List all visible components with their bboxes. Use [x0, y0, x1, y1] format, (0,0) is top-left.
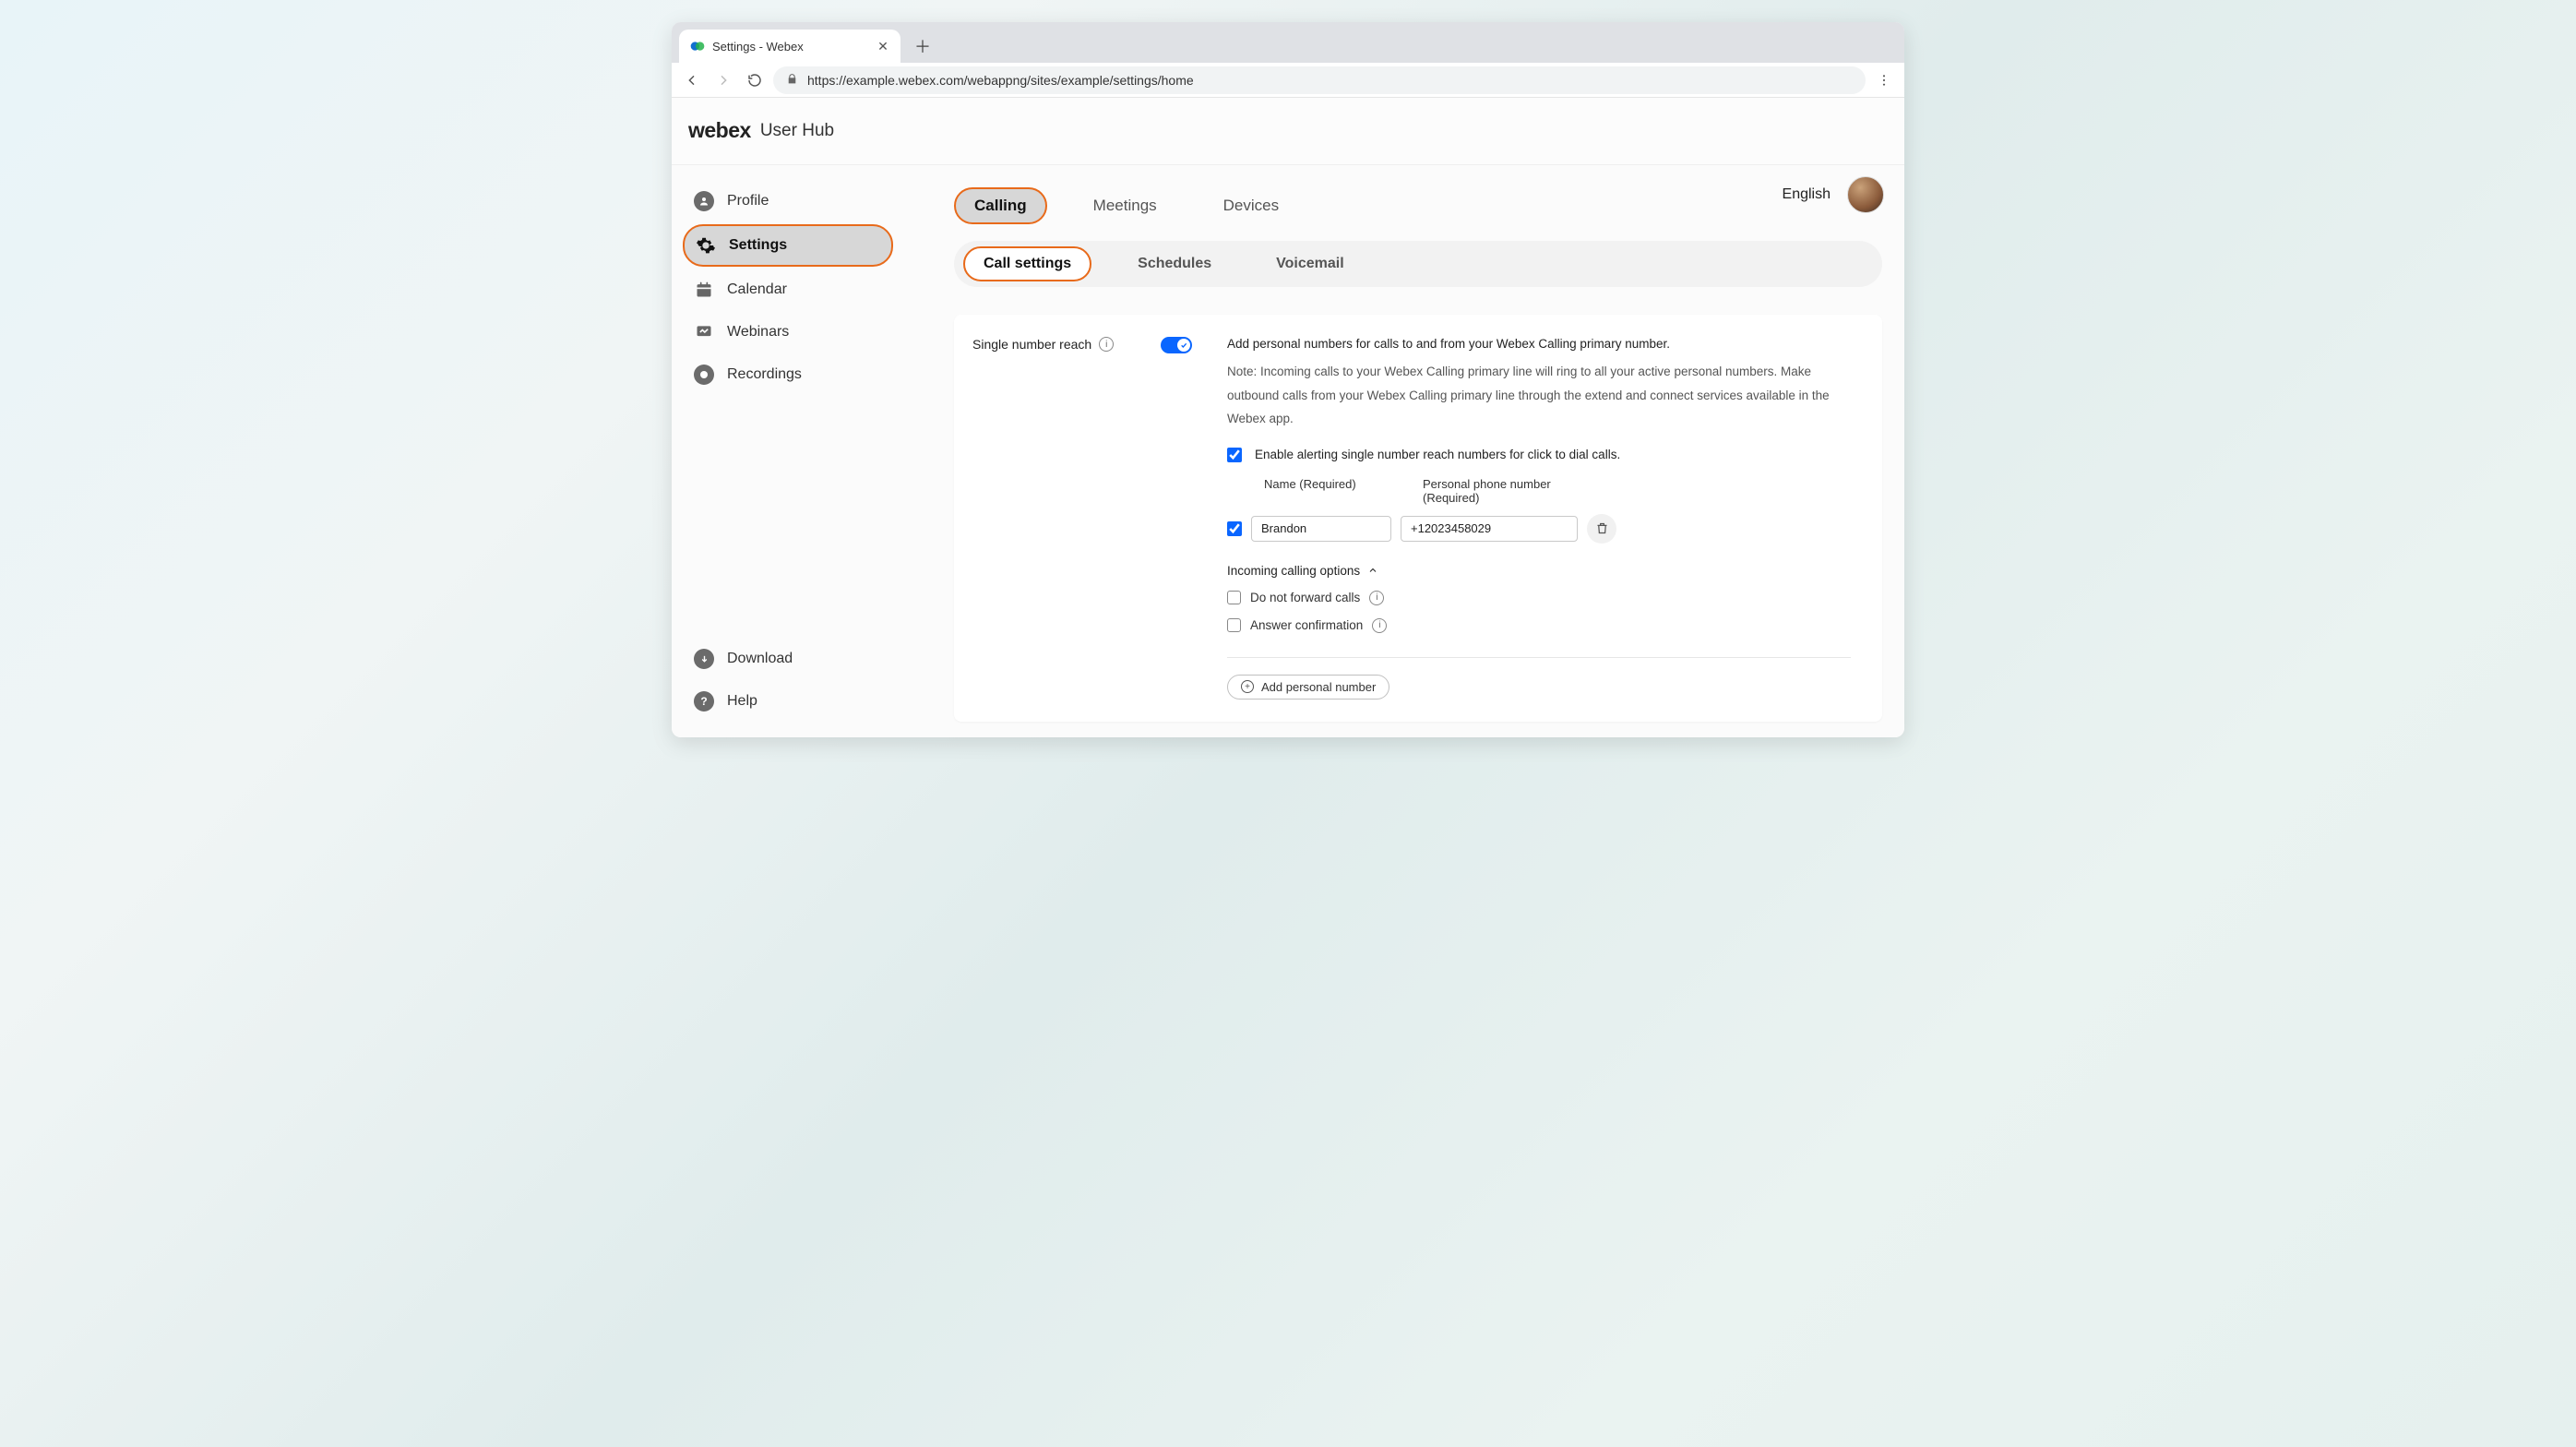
- info-icon[interactable]: i: [1372, 618, 1387, 633]
- product-name: User Hub: [760, 121, 834, 141]
- browser-toolbar: https://example.webex.com/webappng/sites…: [672, 63, 1904, 98]
- plus-icon: +: [1241, 680, 1254, 693]
- address-bar[interactable]: https://example.webex.com/webappng/sites…: [773, 66, 1866, 94]
- sidebar: Profile Settings Calendar: [672, 165, 904, 737]
- setting-title: Single number reach: [972, 337, 1091, 352]
- sidebar-item-recordings[interactable]: Recordings: [683, 355, 893, 394]
- sidebar-item-label: Calendar: [727, 281, 787, 298]
- sidebar-item-label: Webinars: [727, 324, 789, 341]
- alert-checkbox-label: Enable alerting single number reach numb…: [1255, 448, 1620, 461]
- back-button[interactable]: [679, 67, 705, 93]
- tab-calling[interactable]: Calling: [954, 187, 1047, 224]
- brand-logo-text: webex: [688, 118, 751, 143]
- answer-confirmation-checkbox[interactable]: [1227, 618, 1241, 632]
- answer-confirmation-label: Answer confirmation: [1250, 618, 1363, 632]
- gear-icon: [696, 235, 716, 256]
- secondary-tabs: Call settings Schedules Voicemail: [954, 241, 1882, 287]
- chevron-up-icon: [1367, 565, 1378, 576]
- sidebar-item-label: Recordings: [727, 366, 802, 383]
- webex-favicon: [690, 39, 705, 54]
- entry-phone-input[interactable]: [1401, 516, 1578, 542]
- subtab-voicemail[interactable]: Voicemail: [1258, 248, 1363, 280]
- entry-headers: Name (Required) Personal phone number (R…: [1227, 477, 1851, 505]
- sidebar-item-calendar[interactable]: Calendar: [683, 270, 893, 309]
- browser-tab[interactable]: Settings - Webex ✕: [679, 30, 900, 63]
- browser-tab-title: Settings - Webex: [712, 40, 804, 54]
- browser-tabstrip: Settings - Webex ✕ ＋: [672, 22, 1904, 63]
- info-icon[interactable]: i: [1099, 337, 1114, 352]
- subtab-call-settings[interactable]: Call settings: [963, 246, 1091, 281]
- close-tab-icon[interactable]: ✕: [877, 40, 889, 53]
- help-icon: ?: [694, 691, 714, 712]
- browser-menu-icon[interactable]: [1871, 67, 1897, 93]
- sidebar-item-webinars[interactable]: Webinars: [683, 313, 893, 352]
- new-tab-button[interactable]: ＋: [910, 33, 936, 59]
- setting-title-row: Single number reach i: [972, 337, 1139, 700]
- sidebar-item-download[interactable]: Download: [683, 640, 893, 678]
- record-icon: [694, 365, 714, 385]
- tab-meetings[interactable]: Meetings: [1073, 187, 1177, 224]
- entry-active-checkbox[interactable]: [1227, 521, 1242, 536]
- subtab-schedules[interactable]: Schedules: [1119, 248, 1230, 280]
- settings-card: Single number reach i Add personal numbe…: [954, 315, 1882, 722]
- download-icon: [694, 649, 714, 669]
- snr-description-note: Note: Incoming calls to your Webex Calli…: [1227, 360, 1851, 431]
- sidebar-item-help[interactable]: ? Help: [683, 682, 893, 721]
- browser-window: Settings - Webex ✕ ＋ https://example.web…: [672, 22, 1904, 737]
- number-entry-row: [1227, 514, 1851, 544]
- incoming-options-toggle[interactable]: Incoming calling options: [1227, 564, 1851, 578]
- lock-icon: [786, 73, 798, 88]
- delete-entry-button[interactable]: [1587, 514, 1616, 544]
- sidebar-item-label: Download: [727, 651, 793, 667]
- sidebar-item-profile[interactable]: Profile: [683, 182, 893, 221]
- add-personal-number-button[interactable]: + Add personal number: [1227, 675, 1389, 700]
- entry-name-input[interactable]: [1251, 516, 1391, 542]
- sidebar-item-label: Help: [727, 693, 757, 710]
- calendar-icon: [694, 280, 714, 300]
- tab-devices[interactable]: Devices: [1203, 187, 1299, 224]
- forward-button[interactable]: [710, 67, 736, 93]
- webinars-icon: [694, 322, 714, 342]
- url-text: https://example.webex.com/webappng/sites…: [807, 73, 1194, 88]
- divider: [1227, 657, 1851, 658]
- main-content: English Calling Meetings Devices Call se…: [904, 165, 1904, 737]
- snr-description-title: Add personal numbers for calls to and fr…: [1227, 337, 1851, 351]
- language-selector[interactable]: English: [1783, 186, 1831, 203]
- dnf-checkbox[interactable]: [1227, 591, 1241, 604]
- alert-checkbox[interactable]: [1227, 448, 1242, 462]
- reload-button[interactable]: [742, 67, 768, 93]
- primary-tabs: Calling Meetings Devices: [954, 182, 1882, 241]
- sidebar-item-label: Settings: [729, 237, 787, 254]
- sidebar-item-label: Profile: [727, 193, 769, 209]
- app-header: webex User Hub: [672, 98, 1904, 164]
- sidebar-item-settings[interactable]: Settings: [683, 224, 893, 267]
- col-header-phone: Personal phone number (Required): [1423, 477, 1600, 505]
- app-body: Profile Settings Calendar: [672, 164, 1904, 737]
- col-header-name: Name (Required): [1264, 477, 1404, 505]
- person-icon: [694, 191, 714, 211]
- user-avatar[interactable]: [1847, 176, 1884, 213]
- header-right: English: [1783, 176, 1884, 213]
- add-button-label: Add personal number: [1261, 680, 1376, 694]
- snr-toggle[interactable]: [1161, 337, 1192, 353]
- incoming-options-label: Incoming calling options: [1227, 564, 1360, 578]
- dnf-label: Do not forward calls: [1250, 591, 1360, 604]
- info-icon[interactable]: i: [1369, 591, 1384, 605]
